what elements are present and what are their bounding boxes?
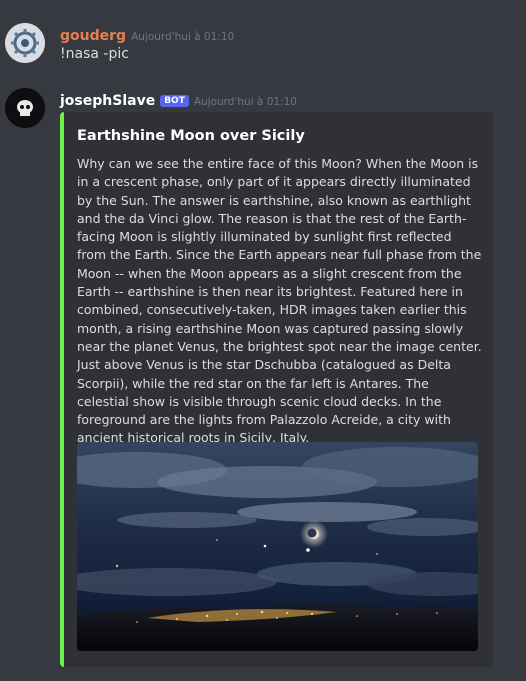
username[interactable]: gouderg xyxy=(60,28,126,44)
avatar-josephslave[interactable] xyxy=(5,88,45,128)
username-bot[interactable]: josephSlave xyxy=(60,93,155,109)
avatar-gouderg[interactable] xyxy=(5,23,45,63)
bot-badge: BOT xyxy=(160,95,189,107)
embed-description: Why can we see the entire face of this M… xyxy=(77,156,482,446)
embed-image[interactable] xyxy=(77,442,478,651)
message-gouderg: gouderg Aujourd'hui à 01:10 !nasa -pic xyxy=(0,0,526,80)
earthshine-photo xyxy=(77,442,478,651)
message-content: !nasa -pic xyxy=(60,46,129,62)
avatar-skull-icon xyxy=(5,88,45,128)
message-header: gouderg Aujourd'hui à 01:10 xyxy=(60,25,234,44)
timestamp: Aujourd'hui à 01:10 xyxy=(131,31,235,43)
timestamp-bot: Aujourd'hui à 01:10 xyxy=(193,96,297,108)
embed-title[interactable]: Earthshine Moon over Sicily xyxy=(77,128,305,144)
avatar-gear-icon xyxy=(5,23,45,63)
embed: Earthshine Moon over Sicily Why can we s… xyxy=(60,112,493,667)
message-header-bot: josephSlave BOT Aujourd'hui à 01:10 xyxy=(60,90,297,109)
